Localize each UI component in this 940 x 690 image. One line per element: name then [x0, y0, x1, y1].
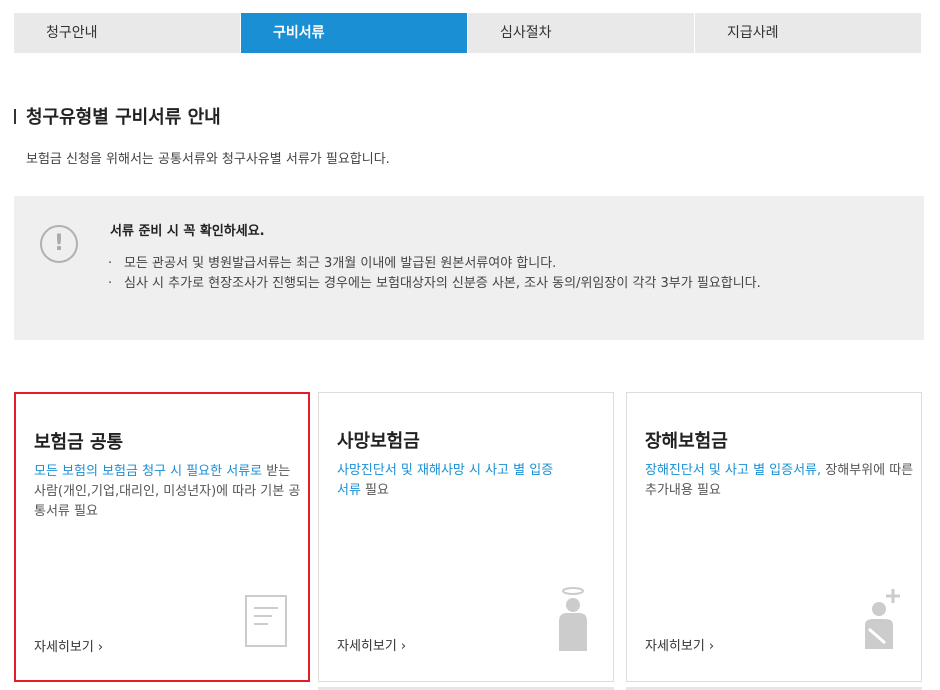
tab-payment-cases[interactable]: 지급사례	[695, 13, 922, 53]
card-death-benefit[interactable]: 사망보험금 사망진단서 및 재해사망 시 사고 별 입증서류 필요 자세히보기 …	[318, 392, 614, 682]
notice-item: 심사 시 추가로 현장조사가 진행되는 경우에는 보험대상자의 신분증 사본, …	[108, 274, 844, 294]
card-title: 보험금 공통	[34, 432, 124, 453]
card-description: 모든 보험의 보험금 청구 시 필요한 서류로 받는 사람(개인,기업,대리인,…	[34, 462, 306, 522]
card-description: 사망진단서 및 재해사망 시 사고 별 입증서류 필요	[337, 461, 557, 501]
card-desc-highlight: 모든 보험의 보험금 청구 시 필요한 서류로	[34, 464, 263, 479]
injured-person-icon	[865, 589, 900, 649]
more-link[interactable]: 자세히보기 ›	[645, 635, 714, 654]
card-common-claim[interactable]: 보험금 공통 모든 보험의 보험금 청구 시 필요한 서류로 받는 사람(개인,…	[14, 392, 310, 682]
more-link[interactable]: 자세히보기 ›	[337, 635, 406, 654]
card-title: 사망보험금	[337, 431, 420, 452]
angel-person-icon	[559, 587, 587, 651]
notice-item: 모든 관공서 및 병원발급서류는 최근 3개월 이내에 발급된 원본서류여야 합…	[108, 254, 844, 274]
tab-bar: 청구안내 구비서류 심사절차 지급사례	[14, 13, 922, 53]
section-subtitle: 보험금 신청을 위해서는 공통서류와 청구사유별 서류가 필요합니다.	[26, 152, 390, 167]
document-icon	[245, 595, 287, 647]
section-title: 청구유형별 구비서류 안내	[14, 103, 221, 129]
exclamation-icon: !	[40, 225, 78, 263]
card-desc-rest: 필요	[360, 483, 389, 498]
card-title: 장해보험금	[645, 431, 728, 452]
card-disability-benefit[interactable]: 장해보험금 장해진단서 및 사고 별 입증서류, 장해부위에 따른 추가내용 필…	[626, 392, 922, 682]
notice-list: 모든 관공서 및 병원발급서류는 최근 3개월 이내에 발급된 원본서류여야 합…	[108, 254, 844, 294]
notice-title: 서류 준비 시 꼭 확인하세요.	[110, 224, 265, 239]
tab-review-process[interactable]: 심사절차	[468, 13, 695, 53]
notice-box: ! 서류 준비 시 꼭 확인하세요. 모든 관공서 및 병원발급서류는 최근 3…	[14, 196, 924, 340]
card-description: 장해진단서 및 사고 별 입증서류, 장해부위에 따른 추가내용 필요	[645, 461, 917, 501]
more-link[interactable]: 자세히보기 ›	[34, 636, 103, 655]
tab-required-documents[interactable]: 구비서류	[241, 13, 468, 53]
card-desc-highlight: 장해진단서 및 사고 별 입증서류,	[645, 463, 822, 478]
tab-claim-guide[interactable]: 청구안내	[14, 13, 241, 53]
